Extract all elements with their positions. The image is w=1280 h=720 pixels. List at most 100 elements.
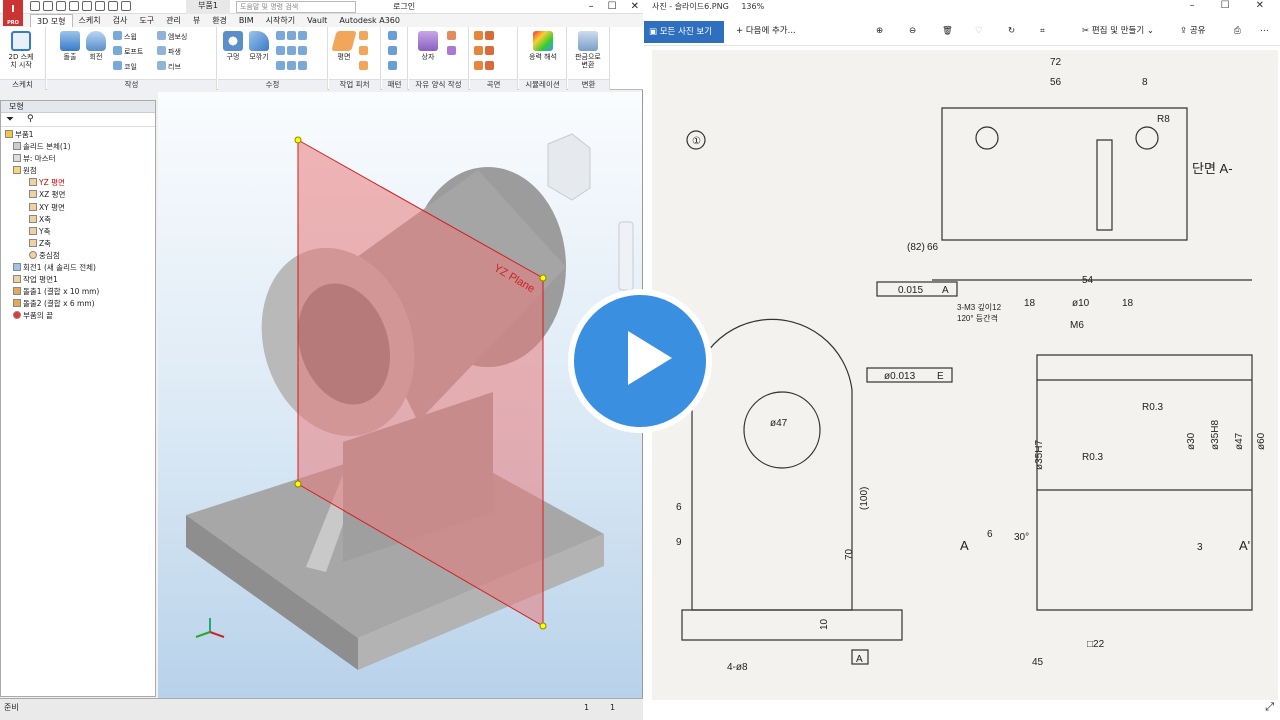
command-search-input[interactable]: 도움말 및 명령 검색 [236,1,356,13]
add-to-button[interactable]: + 다음에 추가... [736,24,796,38]
tab-environments[interactable]: 환경 [206,14,233,27]
tab-get-started[interactable]: 시작하기 [260,14,301,27]
document-title: 부품1 [186,0,230,14]
plane-corner-handle[interactable] [539,622,547,630]
open-icon[interactable] [43,1,53,11]
rotate-icon[interactable]: ↻ [1008,24,1015,38]
ucs-button[interactable] [359,61,370,72]
select-icon[interactable] [121,1,131,11]
close-button[interactable]: ✕ [631,0,639,13]
axis-button[interactable] [359,31,370,42]
tree-item-center-point[interactable]: 중심점 [5,250,151,262]
undo-icon[interactable] [69,1,79,11]
thread-button[interactable] [276,61,309,72]
tree-item-workplane1[interactable]: 작업 평면1 [5,274,151,286]
photos-window: 사진 - 슬라이드6.PNG 136% – ☐ ✕ ▣ 모든 사진 보기 + 다… [644,0,1280,720]
split-button[interactable] [276,46,309,57]
find-icon[interactable]: ⚲ [27,114,34,124]
fillet-button[interactable]: 모깎기 [244,31,274,61]
video-play-button[interactable] [568,289,712,433]
plane-corner-handle[interactable] [294,136,302,144]
freeform-edit-button[interactable] [447,31,458,42]
graphics-viewport[interactable]: YZ Plane [158,92,642,698]
tab-vault[interactable]: Vault [301,14,333,27]
tree-item-x-axis[interactable]: X축 [5,214,151,226]
tree-item-revolve1[interactable]: 회전1 (새 솔리드 전체) [5,262,151,274]
loft-button[interactable]: 로프트 [113,46,143,57]
chamfer-button[interactable] [276,31,309,42]
tab-3d-model[interactable]: 3D 모형 [30,14,73,27]
tab-a360[interactable]: Autodesk A360 [333,14,406,27]
edit-create-button[interactable]: ✂ 편집 및 만들기 ⌄ [1082,24,1154,38]
photos-close-button[interactable]: ✕ [1256,0,1264,12]
derive-button[interactable]: 파생 [157,46,181,57]
rib-button[interactable]: 리브 [157,61,181,72]
sweep-button[interactable]: 스윕 [113,31,137,42]
trim-button[interactable] [474,46,496,57]
delete-icon[interactable]: 🗑 [942,24,953,38]
signin-link[interactable]: 로그인 [393,1,415,12]
ruled-surface-button[interactable] [474,61,496,72]
photos-minimize-button[interactable]: – [1190,0,1195,12]
plane-corner-handle[interactable] [294,480,302,488]
coil-button[interactable]: 코일 [113,61,137,72]
tab-sketch[interactable]: 스케치 [73,14,107,27]
stitch-button[interactable] [474,31,496,42]
filter-icon[interactable]: ⏷ [6,114,14,125]
freeform-more-button[interactable] [447,46,458,57]
inventor-app-icon[interactable]: I PRO [3,0,23,26]
revolve-button[interactable]: 회전 [81,31,111,61]
photos-maximize-button[interactable]: ☐ [1221,0,1230,12]
tab-view[interactable]: 뷰 [187,14,206,27]
browser-title[interactable]: 모형 [1,101,155,113]
tab-manage[interactable]: 관리 [160,14,187,27]
crop-icon[interactable]: ⌗ [1040,24,1045,38]
tab-bim[interactable]: BIM [233,14,260,27]
tree-item-solid-bodies[interactable]: 솔리드 본체(1) [5,141,151,153]
tree-item-z-axis[interactable]: Z축 [5,238,151,250]
viewcube-icon[interactable] [547,133,591,201]
photos-zoom: 136% [741,2,765,11]
rect-pattern-button[interactable] [388,31,399,42]
tab-tools[interactable]: 도구 [133,14,160,27]
print-icon[interactable]: ⎙ [1234,24,1241,38]
navigation-bar[interactable] [618,221,634,291]
start-2d-sketch-button[interactable]: 2D 스케치 시작 [6,31,36,69]
mirror-button[interactable] [388,61,399,72]
emboss-button[interactable]: 엠보싱 [157,31,187,42]
tree-item-extrude2[interactable]: 돌출2 (결합 x 6 mm) [5,298,151,310]
zoom-in-icon[interactable]: ⊕ [876,24,883,38]
expand-icon[interactable]: ⤢ [1265,700,1274,714]
favorite-icon[interactable]: ♡ [975,24,983,38]
tree-item-xz-plane[interactable]: XZ 평면 [5,189,151,201]
tree-item-extrude1[interactable]: 돌출1 (결합 x 10 mm) [5,286,151,298]
status-count-1: 1 [584,703,590,712]
share-button[interactable]: ⇪ 공유 [1180,24,1205,38]
tree-item-end-of-part[interactable]: 부품의 끝 [5,310,151,322]
tab-inspect[interactable]: 검사 [107,14,134,27]
plane-button[interactable]: 평면 [329,31,359,61]
fillet-icon [249,31,269,51]
redo-icon[interactable] [82,1,92,11]
maximize-button[interactable]: ☐ [608,0,617,13]
tree-item-y-axis[interactable]: Y축 [5,226,151,238]
more-icon[interactable]: ⋯ [1260,24,1269,38]
circ-pattern-button[interactable] [388,46,399,57]
update-icon[interactable] [108,1,118,11]
all-photos-button[interactable]: ▣ 모든 사진 보기 [644,21,724,43]
plane-corner-handle[interactable] [539,274,547,282]
minimize-button[interactable]: – [589,0,594,13]
tree-item-yz-plane[interactable]: YZ 평면 [5,177,151,189]
tree-item-part[interactable]: 부품1 [5,129,151,141]
tree-item-view-master[interactable]: 뷰: 마스터 [5,153,151,165]
save-icon[interactable] [56,1,66,11]
tree-item-xy-plane[interactable]: XY 평면 [5,202,151,214]
zoom-out-icon[interactable]: ⊖ [909,24,916,38]
new-icon[interactable] [30,1,40,11]
tree-item-origin[interactable]: 원점 [5,165,151,177]
point-button[interactable] [359,46,370,57]
freeform-box-button[interactable]: 상자 [413,31,443,61]
convert-sheetmetal-button[interactable]: 판금으로 변환 [573,31,603,69]
home-icon[interactable] [95,1,105,11]
stress-analysis-button[interactable]: 응력 해석 [528,31,558,61]
